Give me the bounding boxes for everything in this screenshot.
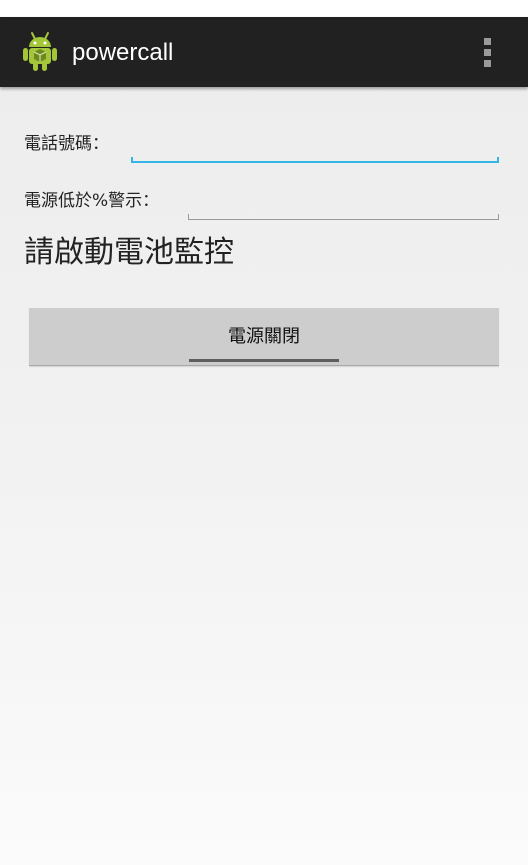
phone-number-label: 電話號碼：: [24, 134, 109, 154]
battery-threshold-underline: [188, 214, 499, 220]
overflow-dot: [484, 60, 491, 67]
app-title: powercall: [72, 39, 174, 66]
phone-number-field[interactable]: [131, 133, 499, 163]
status-bar: [0, 0, 528, 17]
action-bar: powercall: [0, 17, 528, 87]
power-off-button-indicator: [189, 359, 339, 362]
phone-number-underline: [131, 157, 499, 163]
android-robot-icon[interactable]: [22, 31, 58, 73]
battery-threshold-label: 電源低於%警示：: [24, 191, 160, 211]
power-off-button[interactable]: 電源關閉: [29, 308, 499, 366]
more-vert-icon[interactable]: [476, 34, 500, 70]
monitor-status-text: 請啟動電池監控: [24, 235, 234, 270]
phone-number-input[interactable]: [131, 133, 499, 159]
overflow-dot: [484, 49, 491, 56]
power-off-button-label: 電源關閉: [228, 326, 300, 347]
overflow-dot: [484, 38, 491, 45]
battery-threshold-field[interactable]: [188, 190, 499, 220]
app-screen: powercall 電話號碼： 電源低於%警示： 請啟動電池監控 電源關閉: [0, 0, 528, 865]
battery-threshold-input[interactable]: [188, 190, 499, 216]
